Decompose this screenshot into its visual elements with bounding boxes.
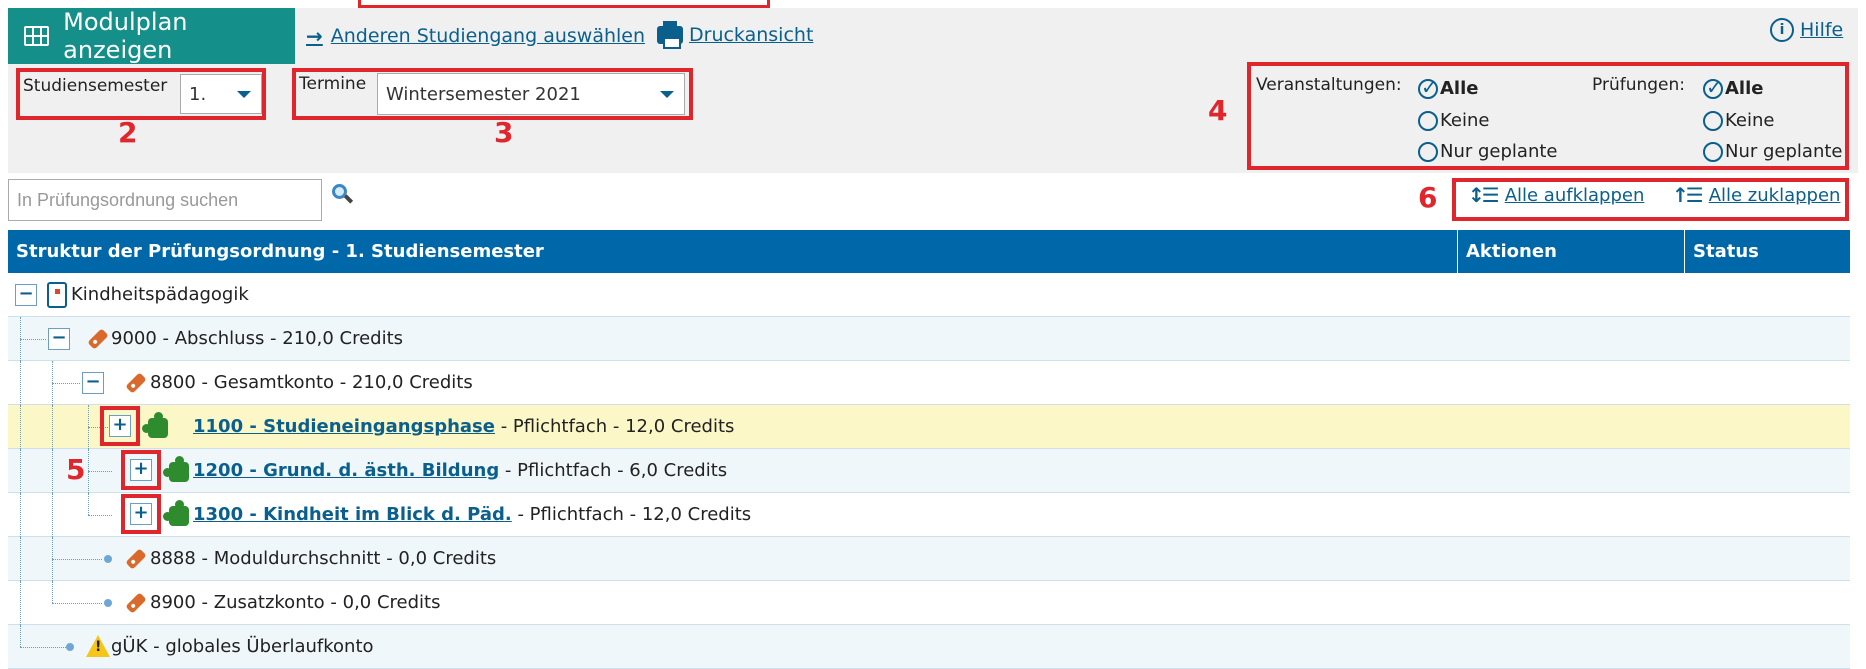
print-view-link[interactable]: Druckansicht — [657, 21, 814, 49]
collapse-toggle[interactable]: − — [48, 328, 70, 350]
help-link[interactable]: i Hilfe — [1770, 18, 1843, 42]
collapse-all-label: Alle zuklappen — [1708, 184, 1841, 206]
collapse-toggle[interactable]: − — [15, 284, 37, 306]
table-header: Struktur der Prüfungsordnung - 1. Studie… — [8, 230, 1850, 273]
radio-label: Alle — [1440, 78, 1479, 99]
table-row: gÜK - globales Überlaufkonto — [8, 625, 1850, 669]
chevron-down-icon — [660, 91, 674, 98]
expand-toggle[interactable]: + — [109, 415, 131, 437]
annotation-number-6: 6 — [1418, 181, 1438, 214]
semester-select[interactable]: 1. — [180, 74, 262, 114]
radio-icon — [1418, 110, 1438, 131]
annotation-box-top — [358, 0, 770, 8]
table-row: − 9000 - Abschluss - 210,0 Credits — [8, 317, 1850, 361]
table-row: − 8800 - Gesamtkonto - 210,0 Credits — [8, 361, 1850, 405]
column-header-actions[interactable]: Aktionen — [1458, 230, 1685, 273]
row-label: 8888 - Moduldurchschnitt - 0,0 Credits — [150, 548, 497, 569]
pruefungen-radio-alle[interactable]: Alle — [1703, 75, 1764, 99]
puzzle-icon — [163, 500, 189, 526]
modulplan-tab-label: Modulplan anzeigen — [63, 8, 188, 64]
module-details: - Pflichtfach - 6,0 Credits — [499, 460, 728, 481]
termine-select[interactable]: Wintersemester 2021 — [377, 73, 685, 115]
table-row: + 1300 - Kindheit im Blick d. Päd. - Pfl… — [8, 493, 1850, 537]
annotation-number-3: 3 — [494, 116, 514, 149]
module-link[interactable]: 1300 - Kindheit im Blick d. Päd. — [193, 504, 512, 525]
radio-checked-icon — [1703, 75, 1723, 99]
table-row: + 1100 - Studieneingangsphase - Pflichtf… — [8, 405, 1850, 449]
radio-label: Nur geplante — [1725, 141, 1843, 162]
veranstaltungen-radio-geplante[interactable]: Nur geplante — [1418, 141, 1558, 162]
radio-label: Alle — [1725, 78, 1764, 99]
warning-icon — [86, 635, 110, 657]
change-program-label: Anderen Studiengang auswählen — [330, 25, 646, 47]
annotation-number-2: 2 — [118, 116, 138, 149]
semester-value: 1. — [189, 83, 207, 105]
search-input[interactable] — [8, 179, 322, 221]
column-header-structure[interactable]: Struktur der Prüfungsordnung - 1. Studie… — [8, 230, 1458, 273]
expand-toggle[interactable]: + — [130, 503, 152, 525]
tag-icon — [125, 372, 147, 394]
veranstaltungen-label: Veranstaltungen: — [1256, 75, 1402, 95]
modulplan-tab[interactable]: Modulplan anzeigen — [8, 8, 295, 64]
table-icon — [24, 26, 50, 46]
print-view-label: Druckansicht — [689, 24, 814, 46]
pruefungen-radio-geplante[interactable]: Nur geplante — [1703, 141, 1843, 162]
annotation-number-4: 4 — [1208, 94, 1228, 127]
module-details: - Pflichtfach - 12,0 Credits — [494, 416, 735, 437]
column-header-status[interactable]: Status — [1685, 230, 1850, 273]
row-label: gÜK - globales Überlaufkonto — [111, 636, 374, 657]
tag-icon — [125, 548, 147, 570]
expand-all-label: Alle aufklappen — [1504, 184, 1645, 206]
row-label: 8900 - Zusatzkonto - 0,0 Credits — [150, 592, 441, 613]
chevron-down-icon — [237, 91, 251, 98]
tag-icon — [125, 592, 147, 614]
top-strip — [0, 0, 1866, 8]
puzzle-icon — [163, 456, 189, 482]
radio-label: Keine — [1725, 110, 1775, 131]
collapse-icon: ↑☰ — [1672, 183, 1704, 207]
module-details: - Pflichtfach - 12,0 Credits — [511, 504, 752, 525]
arrow-right-icon: → — [306, 24, 323, 48]
radio-icon — [1703, 141, 1723, 162]
radio-icon — [1703, 110, 1723, 131]
change-program-link[interactable]: → Anderen Studiengang auswählen — [306, 24, 645, 48]
collapse-all-link[interactable]: ↑☰ Alle zuklappen — [1672, 183, 1840, 207]
search-icon[interactable] — [332, 184, 354, 204]
collapse-toggle[interactable]: − — [82, 372, 104, 394]
row-label: Kindheitspädagogik — [71, 284, 249, 305]
radio-label: Keine — [1440, 110, 1490, 131]
tag-icon — [87, 328, 109, 350]
help-label: Hilfe — [1800, 19, 1844, 41]
termine-label: Termine — [299, 74, 367, 94]
radio-label: Nur geplante — [1440, 141, 1558, 162]
veranstaltungen-radio-alle[interactable]: Alle — [1418, 75, 1479, 99]
radio-icon — [1418, 141, 1438, 162]
table-row: 8888 - Moduldurchschnitt - 0,0 Credits — [8, 537, 1850, 581]
leaf-dot — [104, 555, 112, 563]
info-icon: i — [1770, 18, 1794, 42]
book-icon — [47, 282, 67, 308]
printer-icon — [657, 21, 683, 49]
pruefungen-label: Prüfungen: — [1592, 75, 1686, 95]
radio-checked-icon — [1418, 75, 1438, 99]
leaf-dot — [66, 643, 74, 651]
row-label: 9000 - Abschluss - 210,0 Credits — [111, 328, 404, 349]
veranstaltungen-radio-keine[interactable]: Keine — [1418, 110, 1489, 131]
expand-toggle[interactable]: + — [130, 459, 152, 481]
annotation-number-5: 5 — [66, 453, 86, 486]
module-link[interactable]: 1100 - Studieneingangsphase — [193, 416, 495, 437]
semester-label: Studiensemester — [23, 76, 168, 96]
puzzle-icon — [142, 412, 168, 438]
table-row: − Kindheitspädagogik — [8, 273, 1850, 317]
leaf-dot — [104, 599, 112, 607]
module-link[interactable]: 1200 - Grund. d. ästh. Bildung — [193, 460, 499, 481]
table-row: 8900 - Zusatzkonto - 0,0 Credits — [8, 581, 1850, 625]
termine-value: Wintersemester 2021 — [386, 83, 581, 105]
expand-icon: ↕☰ — [1468, 183, 1500, 207]
table-row: 5 + 1200 - Grund. d. ästh. Bildung - Pfl… — [8, 449, 1850, 493]
expand-all-link[interactable]: ↕☰ Alle aufklappen — [1468, 183, 1644, 207]
pruefungen-radio-keine[interactable]: Keine — [1703, 110, 1774, 131]
row-label: 8800 - Gesamtkonto - 210,0 Credits — [150, 372, 473, 393]
